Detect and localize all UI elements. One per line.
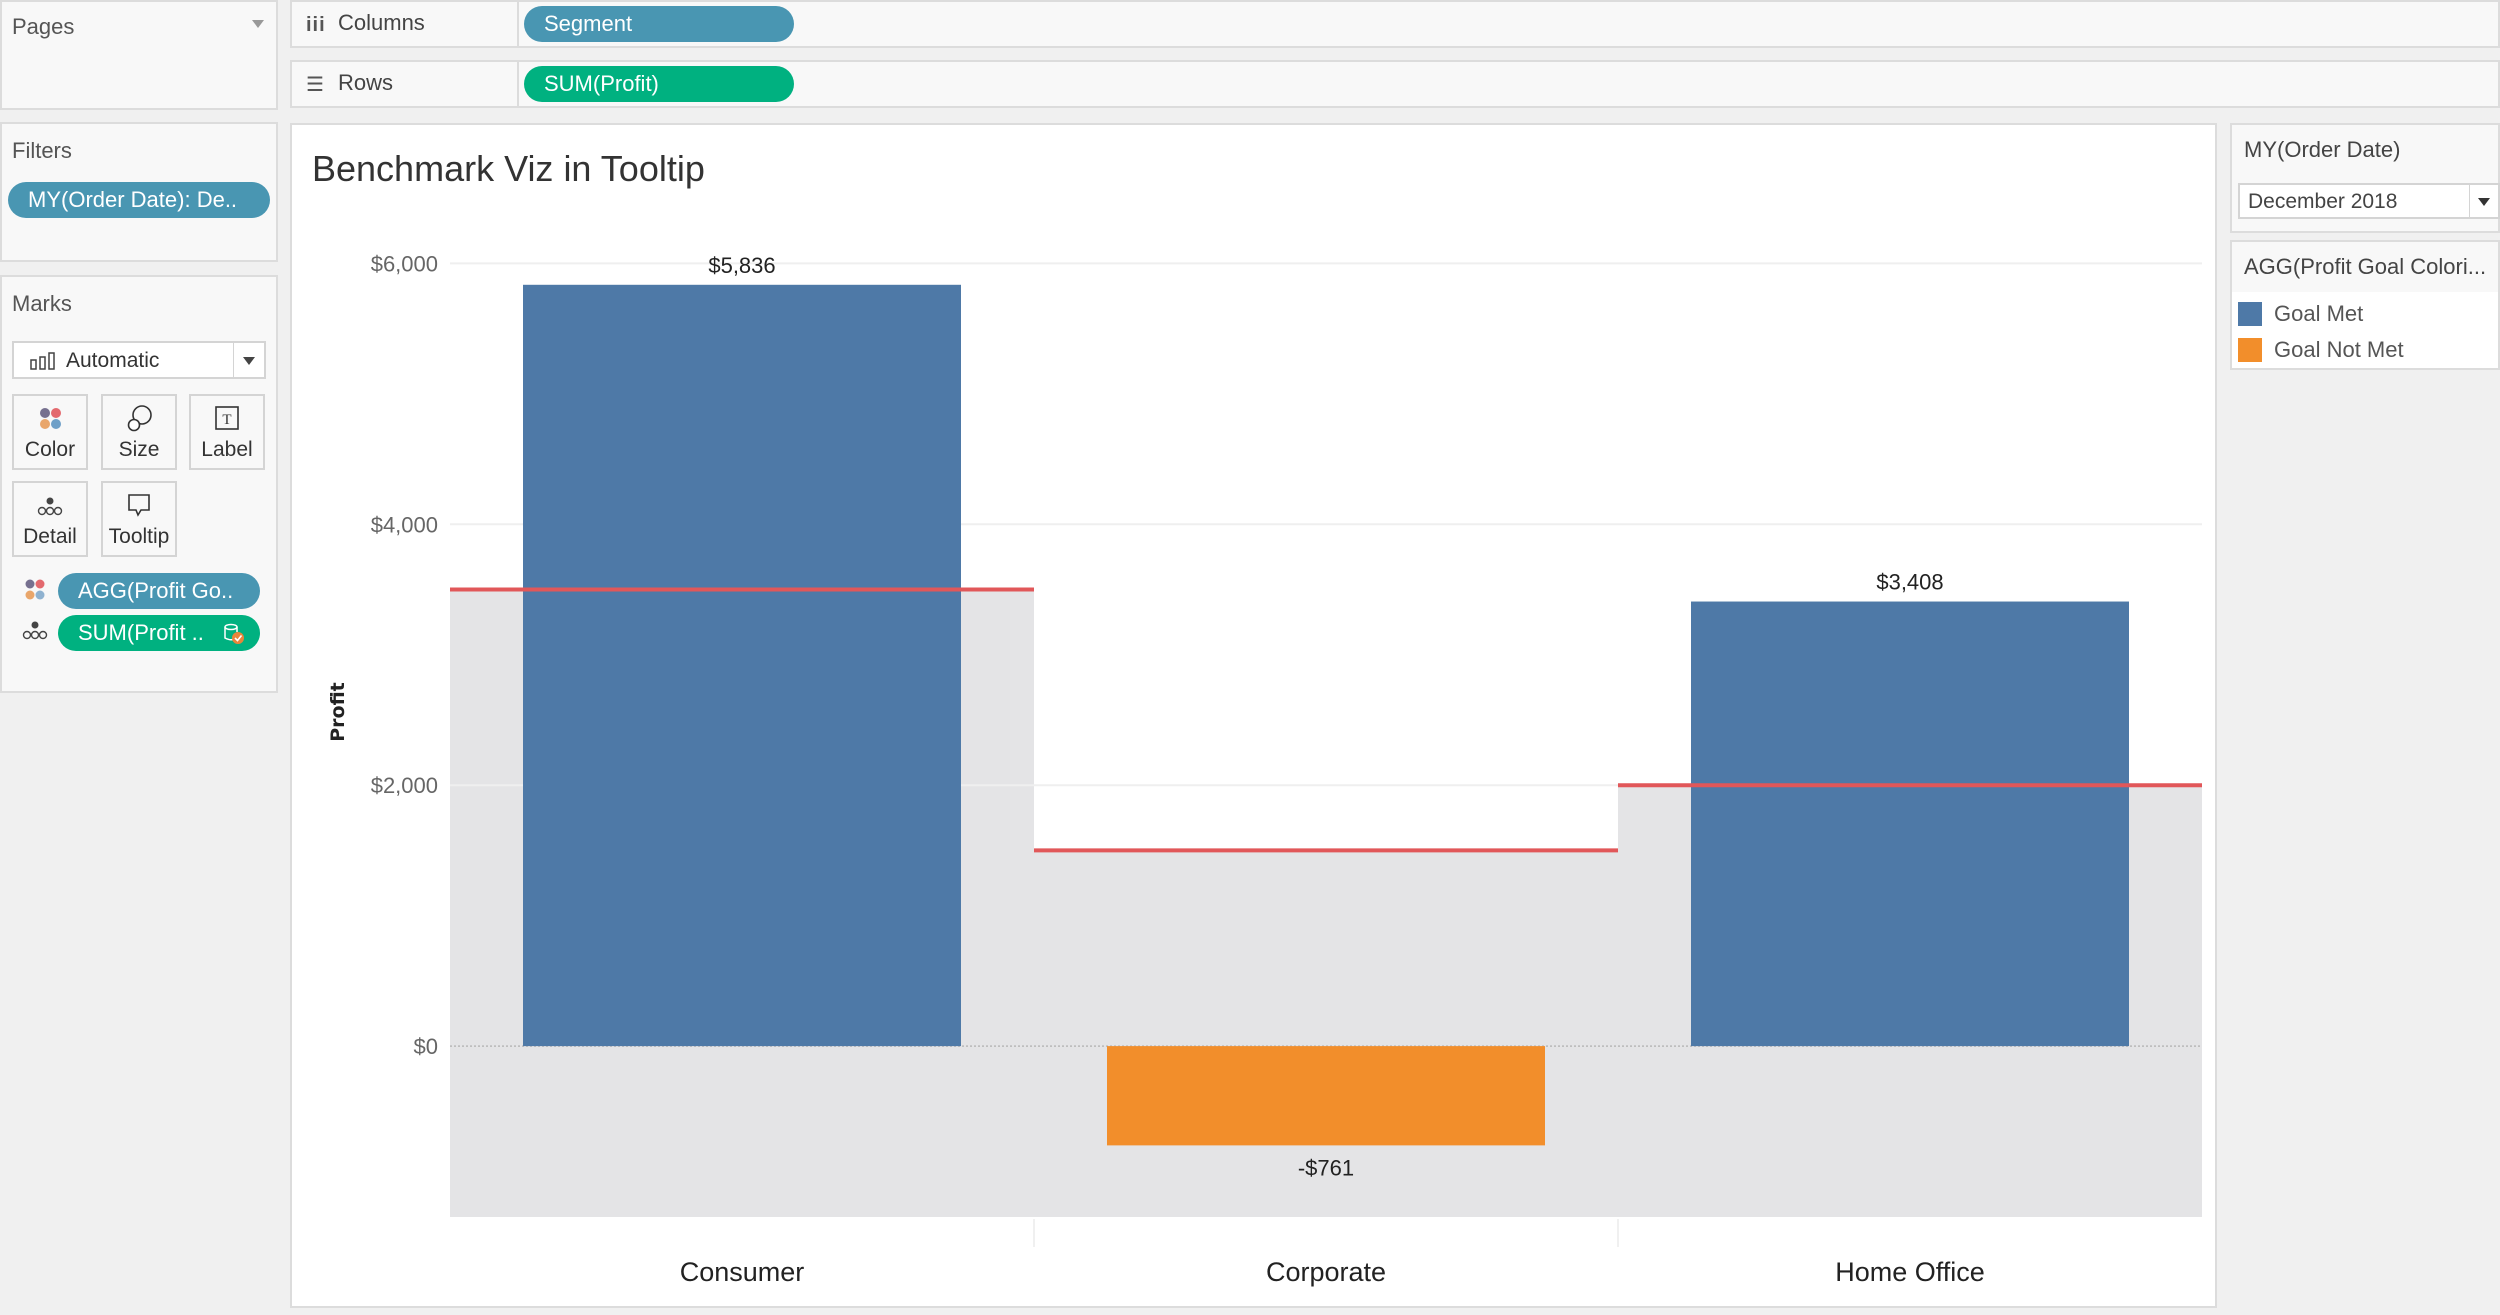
rows-label: Rows	[338, 70, 394, 95]
marks-color-label: Color	[24, 438, 76, 461]
marks-card: Marks Automatic Color Size T Label Detai…	[0, 275, 278, 693]
x-tick-label: Home Office	[1835, 1257, 1985, 1287]
data-label: -$761	[1298, 1155, 1354, 1180]
date-filter-dropdown[interactable]: December 2018	[2238, 183, 2500, 219]
marks-field-detail-pill[interactable]: SUM(Profit ..	[58, 615, 260, 651]
text-label-icon: T	[191, 404, 263, 434]
legend-item-goal-not-met[interactable]: Goal Not Met	[2238, 336, 2498, 364]
legend-label-goal-not-met: Goal Not Met	[2274, 337, 2404, 362]
viz-container: $5,836 -$761 $3,408 $0 $2,000 $4,000 $6,000 C…	[290, 123, 2217, 1308]
y-tick-label: $2,000	[371, 773, 438, 798]
date-filter-title: MY(Order Date)	[2244, 137, 2401, 162]
marks-size-label: Size	[118, 438, 160, 461]
y-tick-label: $4,000	[371, 512, 438, 537]
chevron-down-icon[interactable]	[243, 357, 255, 365]
marks-size-button[interactable]: Size	[101, 394, 177, 470]
pages-card: Pages	[0, 0, 278, 110]
marks-tooltip-button[interactable]: Tooltip	[101, 481, 177, 557]
detail-encoding-icon	[20, 617, 50, 643]
marks-title: Marks	[12, 291, 72, 316]
color-icon	[14, 404, 86, 434]
date-filter-card: MY(Order Date) December 2018	[2230, 123, 2500, 233]
rows-icon: ☰	[306, 74, 324, 96]
tooltip-icon	[103, 491, 175, 521]
color-legend-title: AGG(Profit Goal Colori...	[2244, 254, 2487, 279]
svg-text:T: T	[222, 412, 231, 428]
pages-title: Pages	[12, 14, 75, 39]
filters-card: Filters MY(Order Date): De..	[0, 122, 278, 262]
marks-label-button[interactable]: T Label	[189, 394, 265, 470]
marks-detail-button[interactable]: Detail	[12, 481, 88, 557]
date-filter-value: December 2018	[2248, 190, 2398, 213]
columns-icon: iii	[306, 14, 326, 36]
mark-type-value: Automatic	[66, 349, 160, 372]
marks-field-detail-label: SUM(Profit ..	[78, 620, 204, 645]
columns-pill-segment[interactable]: Segment	[524, 6, 794, 42]
legend-swatch-goal-met	[2238, 302, 2262, 326]
data-label: $5,836	[708, 253, 775, 278]
marks-label-label: Label	[201, 438, 253, 461]
legend-swatch-goal-not-met	[2238, 338, 2262, 362]
columns-shelf[interactable]: iii Columns Segment	[290, 0, 2500, 48]
x-tick-label: Consumer	[680, 1257, 805, 1287]
y-tick-label: $6,000	[371, 251, 438, 276]
mark-type-dropdown[interactable]: Automatic	[12, 341, 266, 379]
size-icon	[103, 404, 175, 434]
color-encoding-icon	[22, 577, 48, 603]
marks-tooltip-label: Tooltip	[108, 525, 170, 548]
filter-pill-order-date[interactable]: MY(Order Date): De..	[8, 182, 270, 218]
data-source-check-icon	[222, 621, 246, 645]
x-tick-label: Corporate	[1266, 1257, 1386, 1287]
y-axis-label: Profit	[327, 682, 349, 742]
data-label: $3,408	[1876, 570, 1943, 595]
y-tick-label: $0	[414, 1034, 438, 1059]
marks-color-button[interactable]: Color	[12, 394, 88, 470]
bar-corporate	[1107, 1046, 1545, 1146]
legend-item-goal-met[interactable]: Goal Met	[2238, 300, 2498, 328]
legend-label-goal-met: Goal Met	[2274, 301, 2364, 326]
rows-pill-sum-profit[interactable]: SUM(Profit)	[524, 66, 794, 102]
marks-field-color-pill[interactable]: AGG(Profit Go..	[58, 573, 260, 609]
marks-detail-label: Detail	[23, 525, 77, 548]
detail-icon	[14, 491, 86, 521]
legend-body: Goal Met Goal Not Met	[2232, 292, 2498, 368]
bar-chart-icon	[30, 352, 56, 370]
chevron-down-icon[interactable]	[2478, 198, 2490, 206]
rows-shelf[interactable]: ☰ Rows SUM(Profit)	[290, 60, 2500, 108]
color-legend-card: AGG(Profit Goal Colori... Goal Met Goal …	[2230, 240, 2500, 370]
columns-label: Columns	[338, 10, 425, 35]
pages-dropdown-icon[interactable]	[252, 20, 264, 28]
bar-home-office	[1691, 601, 2129, 1047]
filters-title: Filters	[12, 138, 72, 163]
bar-consumer	[523, 284, 961, 1047]
chart-title: Benchmark Viz in Tooltip	[312, 148, 705, 189]
bar-chart: $5,836 -$761 $3,408 $0 $2,000 $4,000 $6,000 C…	[312, 148, 2202, 1287]
